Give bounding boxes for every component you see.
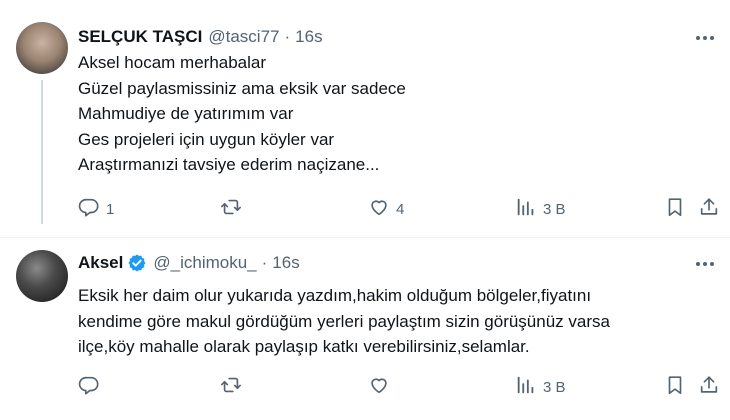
reply-count: 1 (106, 200, 115, 218)
like-icon (368, 374, 390, 400)
handle[interactable]: @tasci77 (208, 26, 279, 48)
views-icon (515, 374, 537, 400)
display-name[interactable]: SELÇUK TAŞCI (78, 26, 202, 48)
tweet-text-line: Aksel hocam merhabalar (78, 53, 267, 72)
timestamp[interactable]: 16s (272, 252, 299, 274)
retweet-icon (220, 196, 242, 222)
views-count: 3 B (543, 200, 566, 218)
retweet-icon (220, 374, 242, 400)
retweet-button[interactable] (220, 372, 248, 402)
tweet-text-line: kendime göre makul gördüğüm yerleri payl… (78, 311, 610, 331)
tweet-text: Eksik her daim olur yukarıda yazdım,haki… (78, 283, 698, 360)
reply-button[interactable]: 1 (78, 194, 114, 224)
avatar[interactable] (16, 22, 68, 74)
tweet-text: Aksel hocam merhabalar Güzel paylasmissi… (78, 50, 406, 178)
share-icon (698, 374, 720, 400)
separator: · (261, 253, 268, 272)
tweet-header: Aksel @_ichimoku_ · 16s (78, 252, 300, 274)
retweet-button[interactable] (220, 194, 248, 224)
like-count: 4 (396, 200, 405, 218)
tweet-text-line: Ges projeleri için uygun köyler var (78, 129, 335, 149)
share-button[interactable] (698, 372, 720, 402)
tweet-text-line: Güzel paylasmissiniz ama eksik var sadec… (78, 78, 406, 98)
bookmark-icon (664, 374, 686, 400)
share-button[interactable] (698, 194, 720, 224)
thread-line (41, 80, 43, 224)
tweet-text-line: ilçe,köy mahalle olarak paylaşıp katkı v… (78, 337, 530, 356)
reply-icon (78, 196, 100, 222)
tweet-text-line: Mahmudiye de yatırımım var (78, 104, 294, 123)
reply-icon (78, 374, 100, 400)
tweet-header: SELÇUK TAŞCI @tasci77 · 16s (78, 26, 323, 48)
views-button[interactable]: 3 B (515, 194, 566, 224)
share-icon (698, 196, 720, 222)
tweet-text-line: Araştırmanızi tavsiye ederim naçizane... (78, 155, 380, 174)
verified-badge-icon (127, 253, 147, 273)
display-name[interactable]: Aksel (78, 252, 123, 274)
reply-button[interactable] (78, 372, 106, 402)
separator: · (284, 27, 291, 46)
avatar[interactable] (16, 250, 68, 302)
action-bar: 3 B (70, 372, 730, 402)
like-button[interactable]: 4 (368, 194, 404, 224)
like-icon (368, 196, 390, 222)
bookmark-icon (664, 196, 686, 222)
views-button[interactable]: 3 B (515, 372, 566, 402)
like-button[interactable] (368, 372, 396, 402)
tweet[interactable]: SELÇUK TAŞCI @tasci77 · 16s Aksel hocam … (0, 0, 730, 238)
tweet-text-line: Eksik her daim olur yukarıda yazdım,haki… (78, 286, 592, 305)
timestamp[interactable]: 16s (295, 26, 322, 48)
views-count: 3 B (543, 378, 566, 396)
views-icon (515, 196, 537, 222)
bookmark-button[interactable] (664, 194, 686, 224)
more-icon[interactable] (692, 254, 718, 274)
handle[interactable]: @_ichimoku_ (153, 252, 256, 274)
tweet[interactable]: Aksel @_ichimoku_ · 16s Eksik her daim o… (0, 238, 730, 420)
action-bar: 1 4 3 B (70, 194, 730, 224)
more-icon[interactable] (692, 28, 718, 48)
bookmark-button[interactable] (664, 372, 686, 402)
